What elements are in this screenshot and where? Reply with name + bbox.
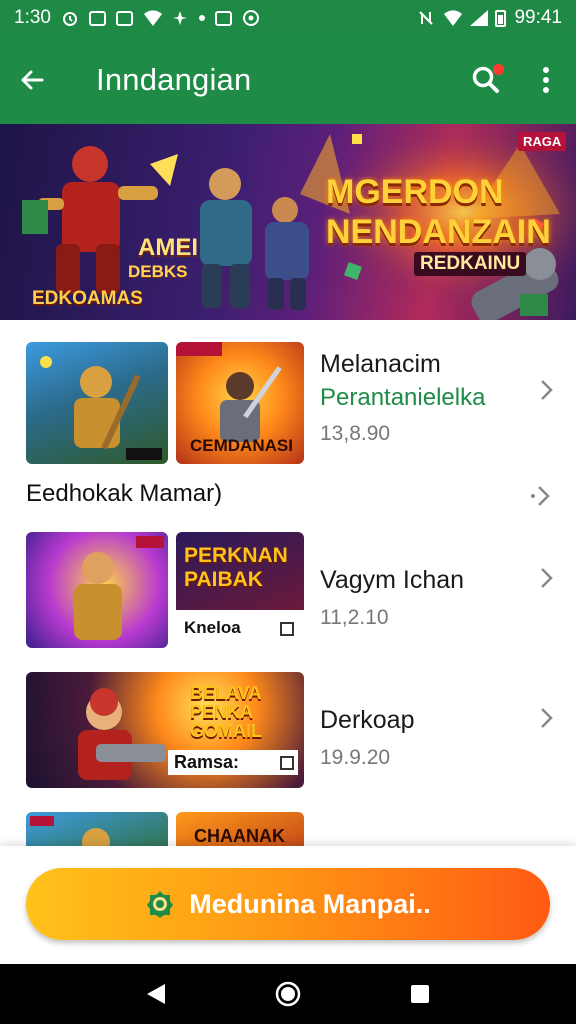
back-button[interactable] — [0, 36, 64, 124]
signal-icon — [469, 9, 489, 27]
fan-icon — [171, 9, 189, 27]
game-thumbnail — [26, 342, 168, 464]
cast-icon — [214, 10, 232, 26]
game-thumbnail: CHAANAK — [176, 812, 304, 846]
banner-text-amei: AMEI — [138, 234, 198, 261]
bottom-action-bar: Medunina Manpai.. — [0, 846, 576, 964]
game-thumbnail: BELAVA PENKA GOMAIL Ramsa: — [26, 672, 304, 788]
thumb-caption: CEMDANASI — [190, 436, 293, 455]
list-item[interactable]: CHAANAK — [0, 800, 576, 846]
app-bar: Inndangian — [0, 36, 576, 124]
cta-label: Medunina Manpai.. — [189, 888, 431, 919]
thumb-caption: Kneloa — [178, 616, 247, 640]
system-nav-bar — [0, 964, 576, 1024]
section-header: Eedhokak Mamar) — [26, 480, 223, 507]
banner-tag: RAGA — [518, 132, 567, 151]
search-button[interactable] — [456, 50, 516, 110]
game-thumbnail — [26, 812, 168, 846]
row-title: Vagym Ichan — [320, 566, 465, 594]
thumb-title: PERKNAN PAIBAK — [184, 544, 288, 591]
back-arrow-icon — [21, 70, 44, 90]
wifi-icon — [143, 9, 162, 27]
list-item[interactable]: PERKNAN PAIBAK Kneloa Vagym Ichan 11,2.1… — [0, 520, 576, 660]
chevron-right-icon — [541, 708, 553, 728]
home-circle-icon — [275, 981, 301, 1007]
row-meta: 13,8.90 — [320, 422, 391, 445]
row-subtitle: Perantanielelka — [320, 384, 486, 411]
thumb-title: BELAVA PENKA GOMAIL — [190, 683, 262, 741]
list-item[interactable]: CEMDANASI Melanacim Perantanielelka 13,8… — [0, 320, 576, 480]
gallery-icon — [88, 10, 106, 26]
alarm-icon — [61, 9, 79, 27]
nfc-icon — [417, 9, 435, 27]
location-icon — [242, 9, 260, 27]
more-vert-icon — [543, 67, 549, 93]
banner-text-debks: DEBKS — [128, 262, 188, 281]
chevron-right-icon[interactable] — [530, 484, 554, 508]
nav-back-button[interactable] — [136, 974, 176, 1014]
banner-title-line-1: MGERDON — [326, 173, 504, 211]
dot-icon — [198, 15, 205, 21]
game-thumbnail: PERKNAN PAIBAK Kneloa — [176, 532, 304, 648]
badge-icon — [147, 891, 174, 918]
status-bar: 1:30 99:41 — [0, 0, 576, 36]
game-thumbnail — [26, 532, 168, 648]
game-thumbnail: CEMDANASI — [176, 342, 304, 464]
row-title: Derkoap — [320, 706, 415, 734]
list-item[interactable]: BELAVA PENKA GOMAIL Ramsa: Derkoap 19.9.… — [0, 660, 576, 800]
checkbox[interactable] — [280, 756, 294, 770]
primary-cta-button[interactable]: Medunina Manpai.. — [26, 868, 550, 940]
recents-square-icon — [411, 985, 429, 1003]
back-triangle-icon — [147, 984, 165, 1004]
row-meta: 11,2.10 — [320, 606, 389, 629]
notification-dot — [493, 64, 504, 75]
banner-title-line-2: NENDANZAIN — [326, 213, 551, 251]
checkbox[interactable] — [280, 622, 294, 636]
thumb-title: CHAANAK — [194, 826, 285, 846]
status-time: 1:30 — [14, 7, 51, 28]
nav-recents-button[interactable] — [400, 974, 440, 1014]
banner-title: MGERDON NENDANZAIN — [326, 172, 551, 252]
more-options-button[interactable] — [516, 50, 576, 110]
row-meta: 19.9.20 — [320, 746, 391, 769]
battery-icon — [495, 9, 507, 27]
status-clock-right: 99:41 — [514, 7, 562, 28]
banner-text-edkoamas: EDKOAMAS — [32, 288, 143, 309]
banner-subtitle: REDKAINU — [414, 252, 527, 276]
hero-banner[interactable]: AMEI DEBKS EDKOAMAS MGERDON NENDANZAIN R… — [0, 124, 576, 320]
thumb-caption: Ramsa: — [168, 750, 298, 775]
wifi-icon — [443, 9, 463, 27]
app-icon — [115, 10, 133, 26]
chevron-right-icon — [541, 568, 553, 588]
chevron-right-icon — [541, 380, 553, 400]
page-title: Inndangian — [96, 62, 252, 97]
row-title: Melanacim — [320, 350, 441, 378]
nav-home-button[interactable] — [268, 974, 308, 1014]
